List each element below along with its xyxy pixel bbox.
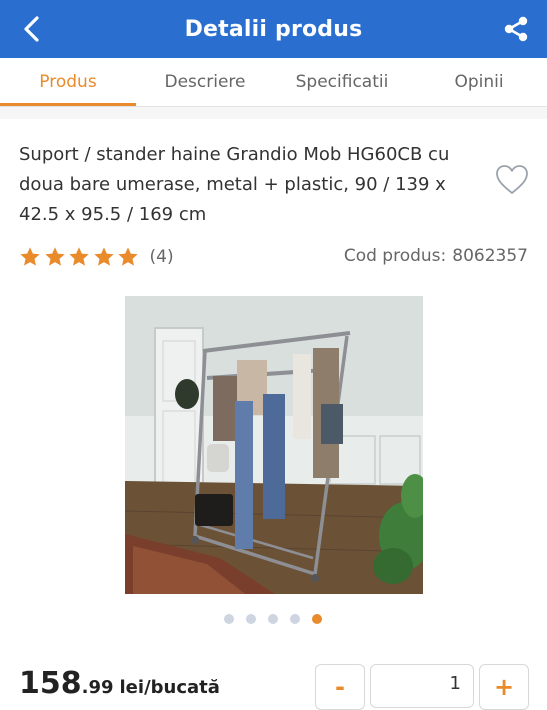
star-icon	[69, 247, 89, 266]
gallery-dot-active[interactable]	[312, 614, 322, 624]
share-button[interactable]	[501, 14, 531, 44]
star-icon	[93, 247, 114, 266]
tab-bar: Produs Descriere Specificatii Opinii	[0, 58, 547, 107]
price-unit: lei/bucată	[119, 677, 220, 698]
app-header: Detalii produs	[0, 0, 547, 58]
rating-count: (4)	[149, 247, 174, 267]
gallery-dot[interactable]	[290, 614, 300, 624]
product-code-label: Cod produs:	[343, 246, 447, 266]
gallery-dot[interactable]	[268, 614, 278, 624]
tab-produs[interactable]: Produs	[0, 58, 136, 106]
gallery-dot[interactable]	[246, 614, 256, 624]
quantity-input[interactable]: 1	[370, 664, 474, 708]
back-button[interactable]	[18, 14, 48, 44]
quantity-increase-button[interactable]: +	[479, 664, 529, 710]
heart-outline-icon	[496, 165, 528, 194]
active-tab-indicator	[0, 103, 136, 106]
chevron-left-icon	[24, 16, 39, 42]
price: 158.99 lei/bucată	[19, 666, 220, 701]
quantity-value: 1	[449, 673, 461, 694]
star-icon	[44, 247, 65, 266]
star-icon	[118, 247, 138, 266]
page-title: Detalii produs	[184, 16, 363, 42]
clothes-rack-photo	[125, 296, 423, 594]
share-icon	[504, 16, 528, 42]
product-title: Suport / stander haine Grandio Mob HG60C…	[19, 144, 450, 225]
section-divider	[0, 107, 547, 119]
favorite-button[interactable]	[494, 162, 530, 198]
price-main: 158	[19, 666, 82, 701]
star-icon	[20, 247, 40, 266]
tab-opinii[interactable]: Opinii	[411, 58, 547, 106]
quantity-decrease-button[interactable]: -	[315, 664, 365, 710]
gallery-pagination	[224, 614, 334, 624]
tab-descriere[interactable]: Descriere	[137, 58, 273, 106]
price-cents: .99	[81, 677, 114, 698]
gallery-dot[interactable]	[224, 614, 234, 624]
product-code-value: 8062357	[452, 246, 528, 266]
rating[interactable]: (4)	[19, 244, 174, 270]
product-code: Cod produs: 8062357	[344, 246, 528, 266]
product-image[interactable]	[125, 296, 423, 594]
tab-specificatii[interactable]: Specificatii	[274, 58, 410, 106]
